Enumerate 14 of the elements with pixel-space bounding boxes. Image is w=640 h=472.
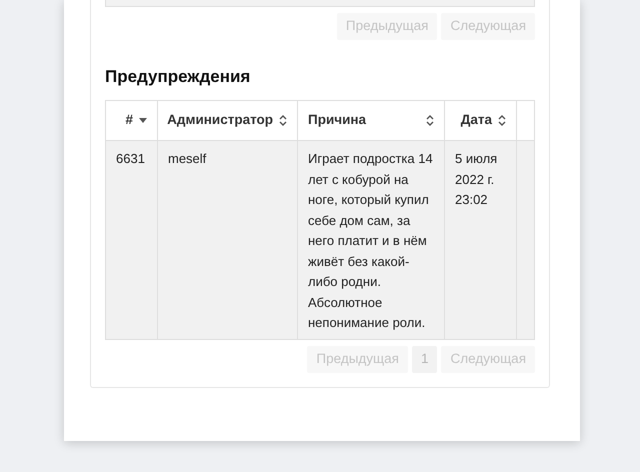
column-header[interactable]: Дата: [444, 101, 516, 140]
sort-down-icon: [139, 118, 147, 123]
table-cell-text: Играет подростка 14 лет с кобурой на ноге, который купил себе дом сам, за него платит и в нём живёт без какой-либо родни. Абсолютное непонимание роли.: [308, 150, 434, 332]
column-header[interactable]: Причина: [297, 101, 444, 140]
section-title: Предупреждения: [105, 66, 252, 88]
table-cell-text: 6631: [116, 150, 146, 168]
column-header[interactable]: #: [106, 101, 157, 140]
pagination-button[interactable]: 1: [412, 346, 438, 373]
column-header[interactable]: Администратор: [157, 101, 297, 140]
sort-icon: [426, 115, 434, 126]
sort-icon: [498, 115, 506, 126]
table-cell-text: meself: [168, 150, 208, 168]
sort-icon: [279, 115, 287, 126]
table-cell-text: 5 июля 2022 г. 23:02: [455, 150, 498, 209]
